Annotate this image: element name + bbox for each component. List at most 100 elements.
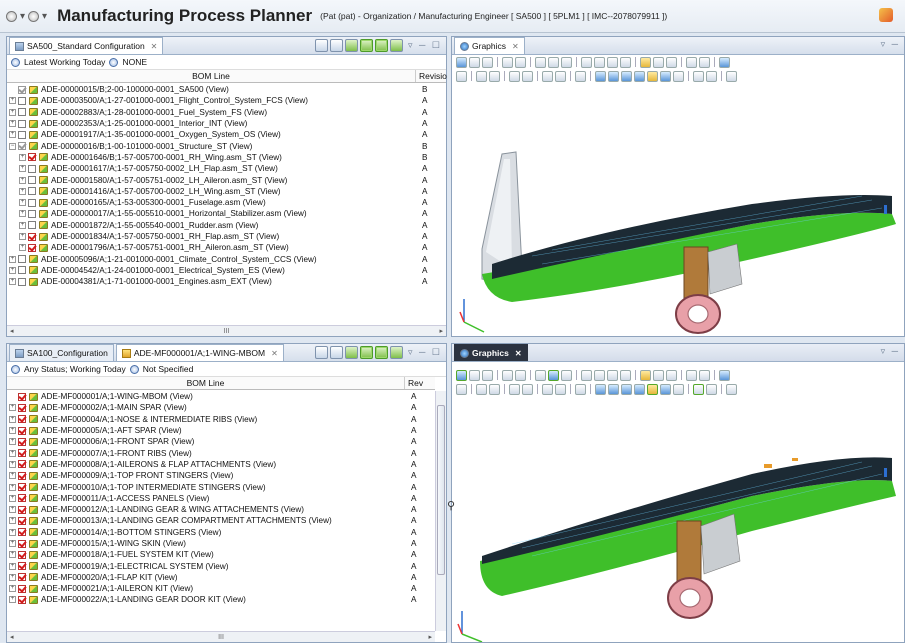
expand-icon[interactable]: +: [19, 199, 26, 207]
expand-icon[interactable]: +: [9, 460, 16, 468]
vertical-scrollbar[interactable]: [435, 391, 446, 631]
revision-rule-label[interactable]: Any Status; Working Today: [24, 364, 126, 374]
options-icon[interactable]: [693, 383, 704, 395]
expand-icon[interactable]: +: [9, 266, 16, 274]
axis-icon[interactable]: [607, 56, 618, 68]
table-row[interactable]: + ADE-00001617/A;1-57-005750-0002_LH_Flap…: [9, 163, 444, 174]
expand-icon[interactable]: +: [9, 97, 16, 105]
table-row[interactable]: + ADE-MF000009/A;1-TOP FRONT STINGERS (Vi…: [9, 470, 433, 481]
link-icon[interactable]: [390, 39, 404, 52]
visibility-checkbox[interactable]: [18, 471, 26, 480]
table-row[interactable]: + ADE-MF000006/A;1-FRONT SPAR (View) A: [9, 436, 433, 447]
markup-icon[interactable]: [653, 56, 664, 68]
expand-icon[interactable]: +: [19, 165, 26, 173]
visibility-checkbox[interactable]: [28, 164, 36, 173]
visibility-checkbox[interactable]: [18, 505, 26, 514]
sphere-icon[interactable]: [706, 70, 717, 82]
shade3-icon[interactable]: [621, 383, 632, 395]
expand-icon[interactable]: +: [9, 278, 16, 286]
visibility-checkbox[interactable]: [18, 277, 26, 286]
expand-icon[interactable]: +: [19, 233, 26, 240]
config-icon[interactable]: [330, 346, 344, 359]
align2-icon[interactable]: [489, 70, 500, 82]
window-icon[interactable]: [719, 369, 730, 381]
align4-icon[interactable]: [522, 70, 533, 82]
visibility-checkbox[interactable]: [18, 130, 26, 139]
expand-icon[interactable]: +: [9, 540, 16, 547]
pan-icon[interactable]: [469, 56, 480, 68]
table-row[interactable]: ADE-00000015/B;2-00-100000-0001_SA500 (V…: [9, 84, 444, 95]
chart-icon[interactable]: [456, 383, 467, 395]
scroll-left-icon[interactable]: ◂: [10, 633, 14, 641]
table-row[interactable]: + ADE-MF000004/A;1-NOSE & INTERMEDIATE RI…: [9, 414, 433, 425]
visibility-checkbox[interactable]: [18, 595, 26, 604]
markup-icon[interactable]: [653, 369, 664, 381]
visibility-checkbox[interactable]: [18, 142, 26, 151]
visibility-checkbox[interactable]: [28, 153, 36, 162]
visibility-checkbox[interactable]: [28, 176, 36, 185]
table-row[interactable]: + ADE-MF000012/A;1-LANDING GEAR & WING AT…: [9, 504, 433, 515]
scroll-right-icon[interactable]: ▸: [439, 327, 443, 335]
move-icon[interactable]: [594, 56, 605, 68]
scroll-grip[interactable]: III: [218, 634, 224, 641]
table-row[interactable]: − ADE-00000016/B;1-00-101000-0001_Structu…: [9, 140, 444, 151]
expand-icon[interactable]: +: [19, 153, 26, 161]
table-row[interactable]: + ADE-00004381/A;1-71-001000-0001_Engines…: [9, 276, 444, 287]
table-row[interactable]: + ADE-00000165/A;1-53-005300-0001_Fuselag…: [9, 197, 444, 208]
expand-icon[interactable]: +: [19, 187, 26, 195]
move-icon[interactable]: [594, 369, 605, 381]
select-icon[interactable]: [535, 369, 546, 381]
tab-graphics-bottom[interactable]: Graphics ✕: [454, 344, 528, 361]
refresh-icon[interactable]: [315, 346, 329, 359]
table-row[interactable]: + ADE-MF000021/A;1-AILERON KIT (View) A: [9, 583, 433, 594]
options-icon[interactable]: [693, 70, 704, 82]
sync-icon[interactable]: [360, 39, 374, 52]
back-icon[interactable]: [6, 10, 17, 22]
chart-icon[interactable]: [456, 70, 467, 82]
table-row[interactable]: + ADE-MF000011/A;1-ACCESS PANELS (View) A: [9, 493, 433, 504]
table-row[interactable]: + ADE-MF000015/A;1-WING SKIN (View) A: [9, 538, 433, 549]
table-row[interactable]: + ADE-00003500/A;1-27-001000-0001_Flight_…: [9, 95, 444, 106]
visibility-checkbox[interactable]: [18, 255, 26, 264]
expand-icon[interactable]: +: [9, 573, 16, 581]
visibility-checkbox[interactable]: [18, 483, 26, 492]
horizontal-scrollbar[interactable]: ◂ III ▸: [7, 325, 446, 336]
expand-icon[interactable]: +: [9, 120, 16, 128]
light-icon[interactable]: [647, 70, 658, 82]
table-row[interactable]: + ADE-MF000013/A;1-LANDING GEAR COMPARTME…: [9, 515, 433, 526]
align3-icon[interactable]: [509, 383, 520, 395]
frame-icon[interactable]: [575, 70, 586, 82]
config-icon[interactable]: [330, 39, 344, 52]
expand-icon[interactable]: +: [9, 472, 16, 480]
visibility-checkbox[interactable]: [18, 562, 26, 571]
column-header-bom-line[interactable]: BOM Line: [7, 70, 416, 82]
sync-icon[interactable]: [360, 346, 374, 359]
section-icon[interactable]: [640, 369, 651, 381]
visibility-checkbox[interactable]: [28, 198, 36, 207]
minimize-maximize-icon[interactable]: ▿ ─: [881, 39, 900, 50]
align-icon[interactable]: [476, 383, 487, 395]
expand-icon[interactable]: +: [9, 449, 16, 457]
align4-icon[interactable]: [522, 383, 533, 395]
link-icon[interactable]: [390, 346, 404, 359]
scroll-grip[interactable]: III: [224, 328, 230, 335]
expand-icon[interactable]: +: [9, 585, 16, 593]
expand-icon[interactable]: +: [9, 427, 16, 435]
table-row[interactable]: + ADE-00005096/A;1-21-001000-0001_Climate…: [9, 253, 444, 264]
minimize-maximize-icon[interactable]: ▿ ─ ☐: [408, 40, 442, 51]
shade3-icon[interactable]: [621, 70, 632, 82]
table-row[interactable]: + ADE-00001796/A;1-57-005751-0001_RH_Aile…: [9, 242, 444, 253]
rotate-icon[interactable]: [581, 369, 592, 381]
table-row[interactable]: + ADE-00001646/B;1-57-005700-0001_RH_Wing…: [9, 152, 444, 163]
3d-viewport-bottom[interactable]: [452, 396, 904, 642]
tools-icon[interactable]: [673, 70, 684, 82]
variant-rule-label[interactable]: NONE: [122, 57, 147, 67]
table-row[interactable]: + ADE-00001834/A;1-57-005750-0001_RH_Flap…: [9, 231, 444, 242]
rotate-icon[interactable]: [581, 56, 592, 68]
screen-icon[interactable]: [726, 383, 737, 395]
zoom-icon[interactable]: [456, 56, 467, 68]
column-header-bom-line[interactable]: BOM Line: [7, 377, 405, 389]
table-row[interactable]: + ADE-00001917/A;1-35-001000-0001_Oxygen_…: [9, 129, 444, 140]
expand-icon[interactable]: +: [9, 415, 16, 423]
visibility-checkbox[interactable]: [18, 539, 26, 548]
